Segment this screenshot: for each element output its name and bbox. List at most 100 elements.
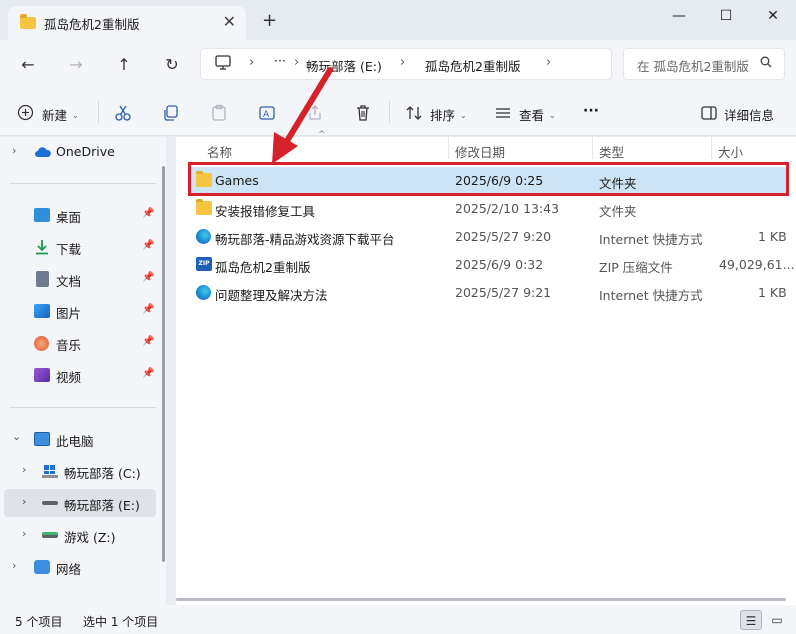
delete-icon[interactable] <box>354 104 372 122</box>
file-type: Internet 快捷方式 <box>599 232 703 247</box>
sidebar-item-label: 文档 <box>56 274 82 289</box>
file-name: 孤岛危机2重制版 <box>215 260 311 275</box>
file-type: 文件夹 <box>599 204 637 219</box>
paste-icon[interactable] <box>210 104 228 122</box>
breadcrumb-current-folder[interactable]: 孤岛危机2重制版 <box>425 56 520 75</box>
sidebar-divider <box>10 407 156 408</box>
new-icon <box>17 104 34 121</box>
column-header-type[interactable]: 类型 <box>599 142 624 161</box>
edge-icon <box>196 285 211 300</box>
item-count: 5 个项目 <box>15 615 63 629</box>
column-header-name[interactable]: 名称 <box>207 142 232 161</box>
sidebar-divider <box>10 183 156 184</box>
sidebar-item-downloads[interactable]: 下载 📌 <box>0 233 166 261</box>
file-size: 1 KB <box>758 285 787 300</box>
table-row[interactable]: 安装报错修复工具 2025/2/10 13:43 文件夹 <box>190 195 786 223</box>
drive-icon <box>42 501 58 505</box>
close-button[interactable]: ✕ <box>758 6 788 26</box>
pin-icon[interactable]: 📌 <box>142 304 154 315</box>
file-size: 1 KB <box>758 229 787 244</box>
sidebar-item-music[interactable]: 音乐 📌 <box>0 329 166 357</box>
chevron-right-icon[interactable]: › <box>22 463 26 476</box>
sidebar-item-label: OneDrive <box>56 144 115 159</box>
column-header-size[interactable]: 大小 <box>718 142 743 161</box>
chevron-right-icon[interactable]: › <box>22 495 26 508</box>
toolbar-divider <box>98 100 99 124</box>
sort-label: 排序 <box>430 108 456 123</box>
zip-badge: ZIP <box>198 260 210 267</box>
details-button[interactable]: 详细信息 <box>724 105 774 124</box>
table-row[interactable]: 问题整理及解决方法 2025/5/27 9:21 Internet 快捷方式 1… <box>190 279 787 307</box>
tab-current-folder[interactable]: 孤岛危机2重制版 ✕ <box>8 6 246 40</box>
sidebar-item-documents[interactable]: 文档 📌 <box>0 265 166 293</box>
minimize-button[interactable]: — <box>664 6 694 26</box>
sidebar-item-label: 网络 <box>56 562 82 577</box>
music-icon <box>34 336 49 351</box>
new-button[interactable]: 新建 ⌄ <box>42 105 79 124</box>
sidebar-item-label: 此电脑 <box>56 434 94 449</box>
chevron-right-icon[interactable]: › <box>12 559 16 572</box>
pin-icon[interactable]: 📌 <box>142 368 154 379</box>
search-placeholder: 在 孤岛危机2重制版 中搜索 <box>637 59 749 74</box>
sidebar-item-drive-c[interactable]: › 畅玩部落 (C:) <box>0 457 166 485</box>
file-name: 安装报错修复工具 <box>215 204 316 219</box>
edge-icon <box>196 229 211 244</box>
sort-button[interactable]: 排序 ⌄ <box>430 105 467 124</box>
table-row[interactable]: 畅玩部落-精品游戏资源下载平台 2025/5/27 9:20 Internet … <box>190 223 787 251</box>
sidebar-scrollbar[interactable] <box>162 166 165 562</box>
sidebar-item-videos[interactable]: 视频 📌 <box>0 361 166 389</box>
network-icon <box>34 560 50 574</box>
annotation-arrow <box>272 67 333 164</box>
sidebar-item-desktop[interactable]: 桌面 📌 <box>0 201 166 229</box>
chevron-right-icon[interactable]: › <box>12 144 16 157</box>
sort-icon <box>406 106 422 120</box>
pin-icon[interactable]: 📌 <box>142 240 154 251</box>
breadcrumb-separator: › <box>400 55 406 70</box>
sidebar-item-pictures[interactable]: 图片 📌 <box>0 297 166 325</box>
sidebar-item-drive-z[interactable]: › 游戏 (Z:) <box>0 521 166 549</box>
tiles-view-button[interactable]: ▭ <box>766 610 788 630</box>
sidebar-item-label: 图片 <box>56 306 82 321</box>
file-name: 问题整理及解决方法 <box>215 288 328 303</box>
sidebar-item-label: 下载 <box>56 242 82 257</box>
sidebar-item-drive-e[interactable]: › 畅玩部落 (E:) <box>4 489 156 517</box>
file-modified: 2025/2/10 13:43 <box>455 201 560 216</box>
maximize-button[interactable]: ☐ <box>711 6 741 26</box>
chevron-right-icon[interactable]: › <box>22 527 26 540</box>
column-header-modified[interactable]: 修改日期 <box>455 142 505 161</box>
sidebar-item-label: 游戏 (Z:) <box>64 530 116 545</box>
pin-icon[interactable]: 📌 <box>142 272 154 283</box>
column-divider[interactable] <box>711 137 712 159</box>
search-icon[interactable] <box>760 56 772 68</box>
new-tab-button[interactable]: + <box>262 12 277 30</box>
sidebar-item-network[interactable]: › 网络 <box>0 553 166 581</box>
details-view-button[interactable]: ☰ <box>740 610 762 630</box>
tab-close-button[interactable]: ✕ <box>223 14 236 30</box>
chevron-down-icon[interactable]: ⌄ <box>12 430 21 443</box>
column-divider[interactable] <box>448 137 449 159</box>
onedrive-icon <box>35 147 51 157</box>
up-button[interactable]: ↑ <box>111 52 137 78</box>
pin-icon[interactable]: 📌 <box>142 336 154 347</box>
more-options-button[interactable]: ··· <box>583 103 599 119</box>
back-button[interactable]: ← <box>15 52 41 78</box>
horizontal-scrollbar[interactable] <box>176 598 786 601</box>
file-modified: 2025/6/9 0:32 <box>455 257 544 272</box>
toolbar-divider <box>389 100 390 124</box>
file-name: 畅玩部落-精品游戏资源下载平台 <box>215 232 395 247</box>
forward-button[interactable]: → <box>63 52 89 78</box>
pictures-icon <box>34 304 50 318</box>
copy-icon[interactable] <box>162 104 180 122</box>
column-divider[interactable] <box>592 137 593 159</box>
view-label: 查看 <box>519 108 545 123</box>
cut-icon[interactable] <box>114 104 132 122</box>
view-button[interactable]: 查看 ⌄ <box>519 105 556 124</box>
refresh-button[interactable]: ↻ <box>159 52 185 78</box>
file-modified: 2025/5/27 9:20 <box>455 229 552 244</box>
sidebar-item-this-pc[interactable]: ⌄ 此电脑 <box>0 425 166 453</box>
pin-icon[interactable]: 📌 <box>142 208 154 219</box>
folder-icon <box>20 14 36 29</box>
sidebar-item-onedrive[interactable]: › OneDrive <box>0 138 166 166</box>
chevron-down-icon: ⌄ <box>72 111 79 120</box>
table-row[interactable]: ZIP 孤岛危机2重制版 2025/6/9 0:32 ZIP 压缩文件 49,0… <box>190 251 795 279</box>
